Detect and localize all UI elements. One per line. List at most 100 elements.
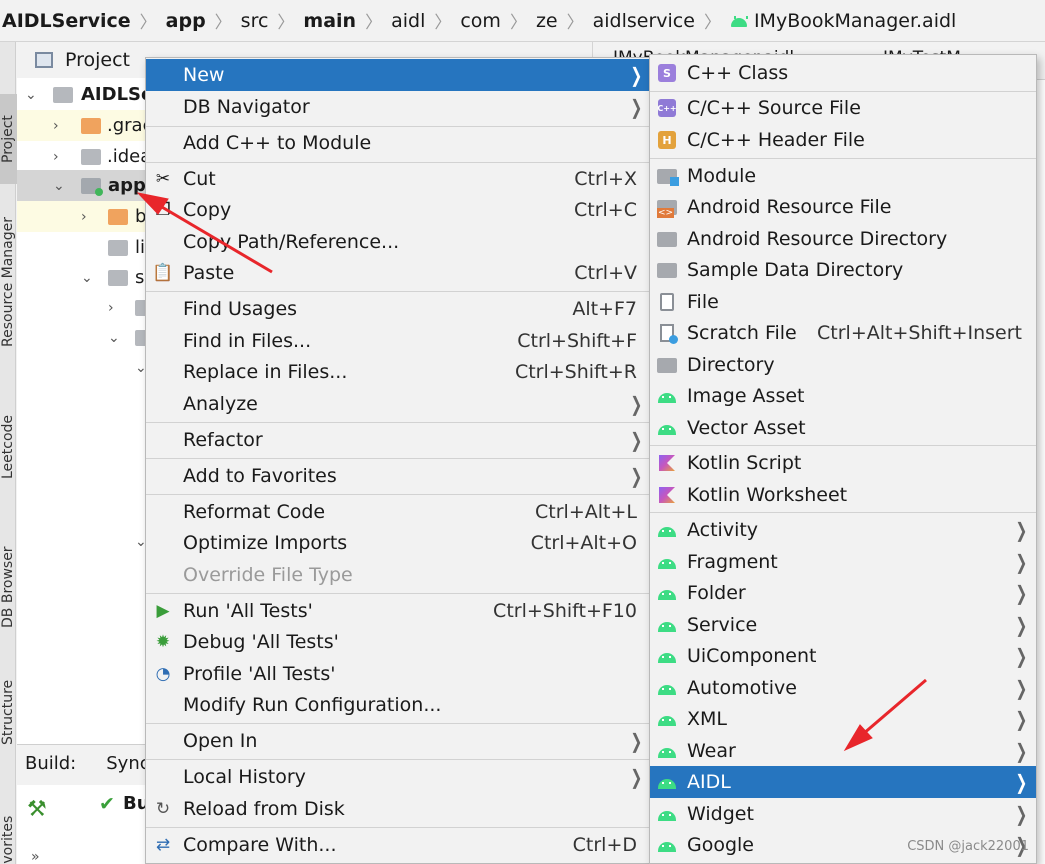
menu-item-modify-run-config[interactable]: Modify Run Configuration... (146, 689, 651, 721)
submenu-item-android-resource-file[interactable]: Android Resource File (650, 191, 1036, 223)
kotlin-icon (657, 485, 677, 505)
submenu-item-automotive[interactable]: Automotive ❯ (650, 672, 1036, 704)
chevron-right-icon[interactable]: › (108, 300, 114, 316)
android-icon (657, 386, 677, 406)
cpp-class-icon: S (657, 63, 677, 83)
menu-separator (146, 291, 651, 292)
submenu-item-file[interactable]: File (650, 286, 1036, 318)
chevron-right-icon: ❯ (1015, 581, 1028, 605)
submenu-item-kotlin-script[interactable]: Kotlin Script (650, 447, 1036, 479)
menu-item-reload-from-disk[interactable]: ↻ Reload from Disk (146, 793, 651, 825)
chevron-down-icon[interactable]: ⌄ (108, 330, 120, 346)
submenu-item-widget[interactable]: Widget ❯ (650, 798, 1036, 830)
chevron-down-icon[interactable]: ⌄ (53, 178, 65, 194)
breadcrumb-item-com[interactable]: com (460, 10, 501, 32)
project-panel-title[interactable]: Project (65, 49, 130, 71)
tree-label: app (108, 175, 146, 196)
chevron-right-icon[interactable]: › (81, 209, 87, 225)
chevron-right-icon[interactable]: › (53, 118, 59, 134)
tool-tab-structure[interactable]: Structure (0, 672, 17, 752)
menu-separator (146, 593, 651, 594)
submenu-item-cpp-class[interactable]: S C++ Class (650, 57, 1036, 89)
tool-tab-db-browser[interactable]: DB Browser (0, 532, 17, 642)
menu-item-profile-all-tests[interactable]: ◔ Profile 'All Tests' (146, 658, 651, 690)
menu-item-run-all-tests[interactable]: ▶ Run 'All Tests' Ctrl+Shift+F10 (146, 595, 651, 627)
chevron-right-icon: ❯ (630, 765, 643, 789)
hammer-icon[interactable]: ⚒ (27, 797, 47, 822)
submenu-item-uicomponent[interactable]: UiComponent ❯ (650, 640, 1036, 672)
profile-gauge-icon: ◔ (155, 664, 171, 684)
menu-item-copy[interactable]: ❐ Copy Ctrl+C (146, 194, 651, 226)
module-folder-icon (81, 178, 103, 196)
menu-item-add-cpp[interactable]: Add C++ to Module (146, 127, 651, 159)
submenu-item-kotlin-worksheet[interactable]: Kotlin Worksheet (650, 479, 1036, 511)
breadcrumb-separator: 〉 (277, 13, 295, 33)
tool-tab-resource-manager[interactable]: Resource Manager (0, 202, 17, 362)
menu-separator (146, 494, 651, 495)
submenu-item-cpp-source[interactable]: C++ C/C++ Source File (650, 92, 1036, 124)
build-tab-build[interactable]: Build: (25, 753, 76, 774)
menu-item-local-history[interactable]: Local History ❯ (146, 761, 651, 793)
menu-item-compare-with[interactable]: ⇄ Compare With... Ctrl+D (146, 829, 651, 861)
tool-tab-favorites[interactable]: Favorites (0, 802, 17, 864)
android-icon (657, 804, 677, 824)
menu-item-find-usages[interactable]: Find Usages Alt+F7 (146, 293, 651, 325)
menu-item-new[interactable]: New ❯ (146, 59, 651, 91)
submenu-item-xml[interactable]: XML ❯ (650, 703, 1036, 735)
chevron-right-icon: ❯ (1015, 676, 1028, 700)
breadcrumb-item-main[interactable]: main (303, 10, 356, 32)
submenu-item-module[interactable]: Module (650, 160, 1036, 192)
submenu-item-fragment[interactable]: Fragment ❯ (650, 546, 1036, 578)
breadcrumb-item-src[interactable]: src (241, 10, 269, 32)
submenu-item-image-asset[interactable]: Image Asset (650, 380, 1036, 412)
submenu-item-scratch-file[interactable]: Scratch File Ctrl+Alt+Shift+Insert (650, 317, 1036, 349)
menu-item-debug-all-tests[interactable]: ✹ Debug 'All Tests' (146, 626, 651, 658)
menu-item-add-favorites[interactable]: Add to Favorites ❯ (146, 460, 651, 492)
submenu-item-folder[interactable]: Folder ❯ (650, 577, 1036, 609)
submenu-item-directory[interactable]: Directory (650, 349, 1036, 381)
menu-item-reformat-code[interactable]: Reformat Code Ctrl+Alt+L (146, 496, 651, 528)
menu-item-replace-in-files[interactable]: Replace in Files... Ctrl+Shift+R (146, 356, 651, 388)
submenu-item-service[interactable]: Service ❯ (650, 609, 1036, 641)
submenu-item-wear[interactable]: Wear ❯ (650, 735, 1036, 767)
submenu-item-activity[interactable]: Activity ❯ (650, 514, 1036, 546)
menu-item-find-in-files[interactable]: Find in Files... Ctrl+Shift+F (146, 325, 651, 357)
chevron-right-icon: ❯ (1015, 518, 1028, 542)
tree-label: li (135, 237, 146, 258)
menu-separator (146, 422, 651, 423)
submenu-item-cpp-header[interactable]: H C/C++ Header File (650, 124, 1036, 156)
tool-tab-leetcode[interactable]: Leetcode (0, 402, 17, 492)
debug-bug-icon: ✹ (155, 632, 171, 652)
breadcrumb-item-aidl[interactable]: aidl (391, 10, 425, 32)
android-icon (657, 418, 677, 438)
breadcrumb-item-ze[interactable]: ze (536, 10, 558, 32)
menu-item-optimize-imports[interactable]: Optimize Imports Ctrl+Alt+O (146, 527, 651, 559)
chevron-right-icon[interactable]: › (53, 149, 59, 165)
menu-item-cut[interactable]: ✂ Cut Ctrl+X (146, 163, 651, 195)
chevron-right-icon: ❯ (630, 392, 643, 416)
menu-item-analyze[interactable]: Analyze ❯ (146, 388, 651, 420)
folder-icon (81, 118, 101, 134)
tree-label: s (135, 267, 145, 288)
submenu-item-vector-asset[interactable]: Vector Asset (650, 412, 1036, 444)
tool-tab-project[interactable]: Project (0, 94, 17, 184)
chevron-down-icon[interactable]: ⌄ (25, 87, 37, 103)
chevron-down-icon[interactable]: ⌄ (81, 270, 93, 286)
build-tab-sync[interactable]: Sync (106, 753, 149, 774)
breadcrumb-item-file[interactable]: IMyBookManager.aidl (730, 10, 956, 32)
android-icon (657, 741, 677, 761)
menu-item-paste[interactable]: 📋 Paste Ctrl+V (146, 257, 651, 289)
submenu-item-android-resource-directory[interactable]: Android Resource Directory (650, 223, 1036, 255)
menu-item-open-in[interactable]: Open In ❯ (146, 725, 651, 757)
breadcrumb-item-project[interactable]: AIDLService (2, 10, 131, 32)
menu-item-copy-path[interactable]: Copy Path/Reference... (146, 226, 651, 258)
menu-item-db-navigator[interactable]: DB Navigator ❯ (146, 91, 651, 123)
menu-item-refactor[interactable]: Refactor ❯ (146, 424, 651, 456)
breadcrumb-item-app[interactable]: app (166, 10, 206, 32)
breadcrumb-item-aidlservice[interactable]: aidlservice (593, 10, 695, 32)
cpp-header-file-icon: H (657, 130, 677, 150)
more-icon[interactable]: » (31, 849, 40, 864)
submenu-item-aidl[interactable]: AIDL ❯ (650, 766, 1036, 798)
submenu-item-sample-data-directory[interactable]: Sample Data Directory (650, 254, 1036, 286)
android-icon (657, 520, 677, 540)
